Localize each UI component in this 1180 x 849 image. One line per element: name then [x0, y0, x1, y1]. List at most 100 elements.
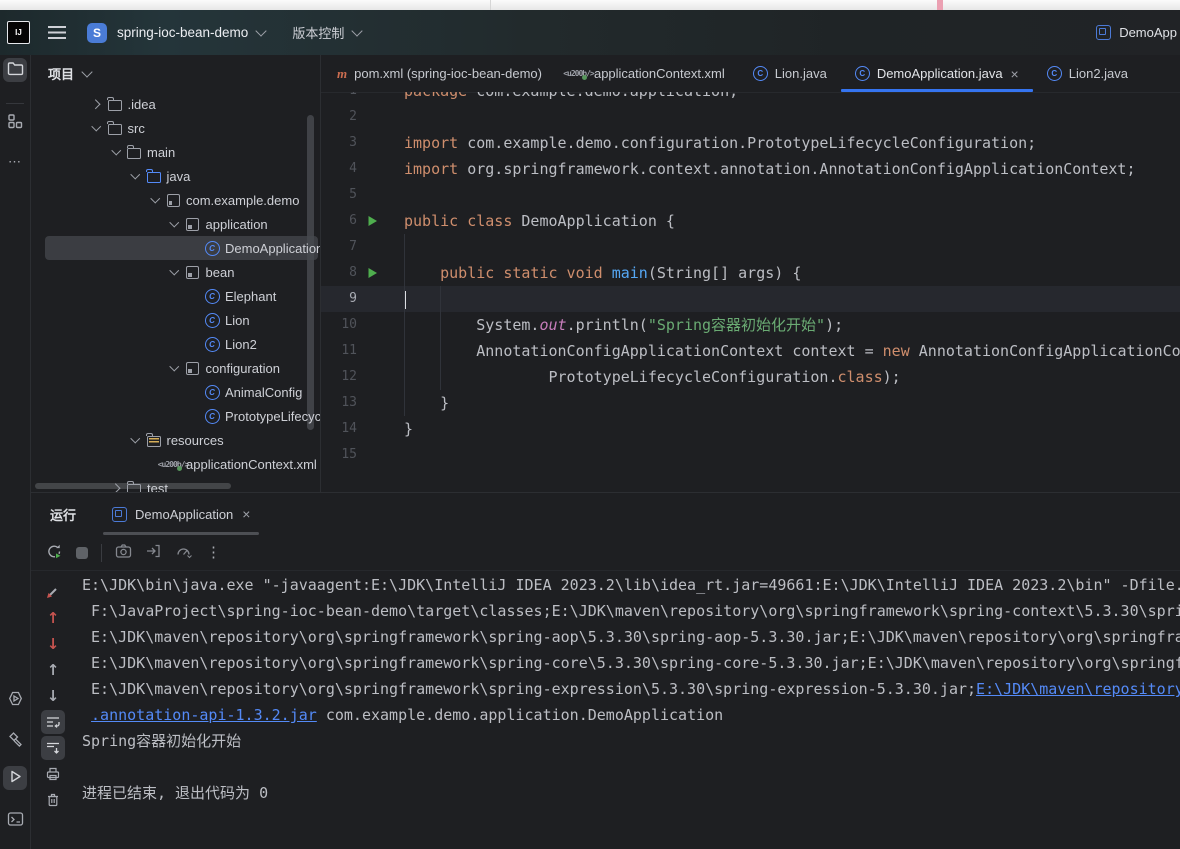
prev-trace-button[interactable]: ↑: [41, 605, 65, 631]
thread-dump-button[interactable]: [145, 543, 162, 562]
hamburger-menu-icon[interactable]: [48, 26, 66, 39]
tree-vertical-scrollbar[interactable]: [307, 115, 314, 430]
chevron-icon[interactable]: [147, 198, 163, 202]
desktop-pink-line: [937, 0, 943, 10]
code-line[interactable]: 8 public static void main(String[] args)…: [321, 260, 1180, 286]
run-line-icon[interactable]: [357, 215, 387, 227]
code-line[interactable]: 12 PrototypeLifecycleConfiguration.class…: [321, 364, 1180, 390]
profiler-button[interactable]: [175, 543, 193, 562]
down-stack-button[interactable]: ↓: [41, 683, 65, 709]
code-line[interactable]: 2: [321, 104, 1180, 130]
chevron-icon[interactable]: [167, 270, 183, 274]
tree-item-label: Lion: [225, 313, 250, 328]
indent-guide: [404, 234, 405, 416]
code-line[interactable]: 5: [321, 182, 1180, 208]
close-icon[interactable]: ×: [242, 506, 250, 522]
editor-tab[interactable]: Lion.java: [739, 55, 841, 92]
code-text: }: [387, 390, 449, 416]
editor-tab[interactable]: pom.xml (spring-ioc-bean-demo): [323, 55, 556, 92]
vcs-menu[interactable]: 版本控制: [292, 23, 344, 42]
chevron-icon[interactable]: [108, 485, 124, 492]
console-output[interactable]: E:\JDK\bin\java.exe "-javaagent:E:\JDK\I…: [75, 572, 1180, 849]
rerun-button[interactable]: [46, 543, 63, 563]
chevron-icon[interactable]: [108, 150, 124, 154]
next-trace-button[interactable]: ↓: [41, 631, 65, 657]
code-line[interactable]: 3 import com.example.demo.configuration.…: [321, 130, 1180, 156]
code-line[interactable]: 11 AnnotationConfigApplicationContext co…: [321, 338, 1180, 364]
code-line[interactable]: 1 package com.example.demo.application;: [321, 92, 1180, 104]
project-panel-header[interactable]: 项目: [31, 55, 320, 91]
tree-item-label: bean: [206, 265, 235, 280]
more-options-button[interactable]: ⋮: [206, 545, 221, 560]
file-type-icon: [1047, 66, 1062, 81]
tree-item-label: Lion2: [225, 337, 257, 352]
chevron-down-icon[interactable]: [352, 25, 363, 36]
chevron-icon[interactable]: [89, 101, 105, 108]
jump-to-source-button[interactable]: [41, 579, 65, 605]
tree-row[interactable]: Lion: [31, 308, 320, 332]
chevron-icon[interactable]: [89, 126, 105, 130]
editor-tab[interactable]: DemoApplication.java ×: [841, 55, 1033, 92]
tree-row[interactable]: resources: [31, 428, 320, 452]
structure-tool-window-button[interactable]: [3, 110, 27, 134]
chevron-icon[interactable]: [167, 222, 183, 226]
chevron-down-icon[interactable]: [256, 25, 267, 36]
line-number: 6: [321, 208, 357, 234]
terminal-tool-window-button[interactable]: [3, 808, 27, 832]
services-tool-window-button[interactable]: [3, 688, 27, 712]
screenshot-button[interactable]: [115, 543, 132, 562]
chevron-icon[interactable]: [128, 438, 144, 442]
chevron-icon[interactable]: [128, 174, 144, 178]
run-console-tab[interactable]: DemoApplication ×: [103, 493, 259, 535]
tree-row[interactable]: PrototypeLifecycleConfiguration: [31, 404, 320, 428]
tree-row[interactable]: Lion2: [31, 332, 320, 356]
console-link[interactable]: E:\JDK\maven\repository: [976, 680, 1180, 698]
tree-row[interactable]: configuration: [31, 356, 320, 380]
clear-console-button[interactable]: [41, 787, 65, 813]
editor-tab[interactable]: applicationContext.xml: [556, 55, 739, 92]
tree-row[interactable]: application: [31, 212, 320, 236]
tree-row[interactable]: src: [31, 116, 320, 140]
project-name[interactable]: spring-ioc-bean-demo: [117, 25, 248, 40]
tree-row[interactable]: com.example.demo: [31, 188, 320, 212]
tree-row[interactable]: AnimalConfig: [31, 380, 320, 404]
code-line[interactable]: 15: [321, 442, 1180, 468]
play-icon: [8, 769, 23, 787]
chevron-icon[interactable]: [167, 366, 183, 370]
more-tool-windows-button[interactable]: ⋯: [3, 150, 27, 174]
code-line[interactable]: 13 }: [321, 390, 1180, 416]
code-line[interactable]: 9: [321, 286, 1180, 312]
run-config-selector[interactable]: DemoApp: [1119, 25, 1177, 40]
tree-row[interactable]: .idea: [31, 92, 320, 116]
project-tool-window-button[interactable]: [3, 58, 27, 82]
tree-row[interactable]: DemoApplication: [31, 236, 320, 260]
chevron-down-icon[interactable]: [81, 66, 92, 77]
code-editor[interactable]: 1 package com.example.demo.application; …: [321, 92, 1180, 492]
build-tool-window-button[interactable]: [3, 729, 27, 753]
code-line[interactable]: 7: [321, 234, 1180, 260]
code-text: import org.springframework.context.annot…: [387, 156, 1136, 182]
console-line: Spring容器初始化开始: [82, 728, 1180, 754]
print-button[interactable]: [41, 761, 65, 787]
run-tool-window-button[interactable]: [3, 766, 27, 790]
project-avatar[interactable]: S: [87, 23, 107, 43]
tree-row[interactable]: bean: [31, 260, 320, 284]
up-stack-button[interactable]: ↑: [41, 657, 65, 683]
soft-wrap-toggle[interactable]: [41, 710, 65, 734]
tab-label: Lion2.java: [1069, 66, 1128, 81]
run-panel-title: 运行: [50, 505, 76, 524]
code-line[interactable]: 4 import org.springframework.context.ann…: [321, 156, 1180, 182]
scroll-to-end-toggle[interactable]: [41, 736, 65, 760]
code-line[interactable]: 10 System.out.println("Spring容器初始化开始");: [321, 312, 1180, 338]
code-line[interactable]: 6 public class DemoApplication {: [321, 208, 1180, 234]
tree-row[interactable]: applicationContext.xml: [31, 452, 320, 476]
tree-row[interactable]: Elephant: [31, 284, 320, 308]
editor-tab[interactable]: Lion2.java: [1033, 55, 1142, 92]
run-line-icon[interactable]: [357, 267, 387, 279]
tree-row[interactable]: java: [31, 164, 320, 188]
tree-row[interactable]: main: [31, 140, 320, 164]
stop-button[interactable]: [76, 547, 88, 559]
console-link[interactable]: .annotation-api-1.3.2.jar: [91, 706, 317, 724]
close-icon[interactable]: ×: [1011, 66, 1019, 82]
code-line[interactable]: 14 }: [321, 416, 1180, 442]
